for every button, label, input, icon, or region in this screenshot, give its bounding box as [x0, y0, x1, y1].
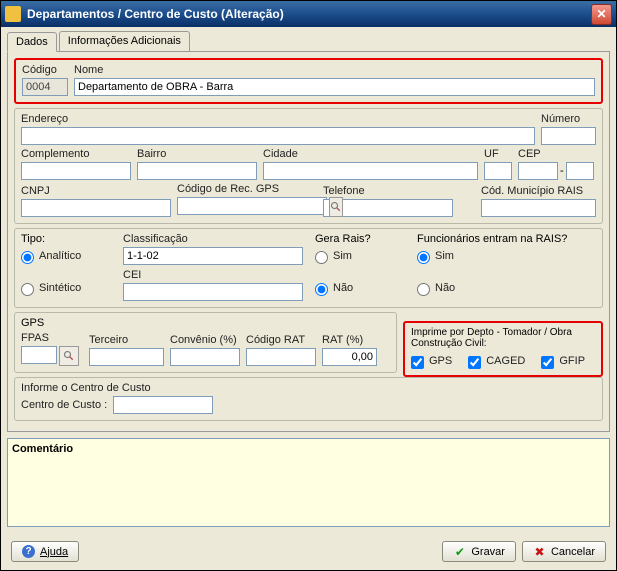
help-button-label: Ajuda — [40, 546, 68, 558]
codigo-input — [22, 78, 68, 96]
gravar-button[interactable]: Gravar — [442, 541, 516, 562]
uf-input[interactable] — [484, 162, 512, 180]
cancelar-button-label: Cancelar — [551, 546, 595, 558]
cancel-icon — [533, 545, 546, 558]
help-button[interactable]: ? Ajuda — [11, 541, 79, 562]
numero-input[interactable] — [541, 127, 596, 145]
tipo-sintetico-radio[interactable] — [21, 283, 34, 296]
button-bar: ? Ajuda Gravar Cancelar — [1, 533, 616, 570]
cnpj-input[interactable] — [21, 199, 171, 217]
gps-group-label: GPS — [21, 317, 390, 329]
chk-gps-label: GPS — [429, 355, 452, 367]
centro-custo-input[interactable] — [113, 396, 213, 414]
fpas-label: FPAS — [21, 332, 83, 344]
classificacao-input[interactable] — [123, 247, 303, 265]
codigo-label: Código — [22, 64, 68, 76]
codrecgps-input[interactable] — [177, 197, 327, 215]
close-button[interactable]: ✕ — [591, 4, 612, 25]
comentario-label: Comentário — [12, 443, 73, 455]
cidade-label: Cidade — [263, 148, 478, 160]
terceiro-label: Terceiro — [89, 334, 164, 346]
codrat-input[interactable] — [246, 348, 316, 366]
magnifier-icon — [330, 201, 342, 213]
cancelar-button[interactable]: Cancelar — [522, 541, 606, 562]
convenio-label: Convênio (%) — [170, 334, 240, 346]
func-rais-nao-label: Não — [435, 282, 455, 294]
codrecgps-lookup-button[interactable] — [329, 197, 343, 217]
window-title: Departamentos / Centro de Custo (Alteraç… — [27, 7, 591, 21]
terceiro-input[interactable] — [89, 348, 164, 366]
complemento-input[interactable] — [21, 162, 131, 180]
codigo-nome-frame: Código Nome — [14, 58, 603, 104]
tipo-group-label: Tipo: — [21, 233, 111, 245]
tipo-analitico-radio[interactable] — [21, 251, 34, 264]
tipo-analitico-label: Analítico — [39, 250, 81, 262]
tipo-frame: Tipo: Analítico Sintético Classificação … — [14, 228, 603, 308]
func-rais-sim-radio[interactable] — [417, 251, 430, 264]
gera-rais-nao-radio[interactable] — [315, 283, 328, 296]
chk-gfip[interactable] — [541, 356, 554, 369]
fpas-input[interactable] — [21, 346, 57, 364]
bairro-input[interactable] — [137, 162, 257, 180]
gravar-button-label: Gravar — [471, 546, 505, 558]
nome-input[interactable] — [74, 78, 595, 96]
func-rais-nao-radio[interactable] — [417, 283, 430, 296]
centro-custo-label: Centro de Custo : — [21, 399, 107, 411]
endereco-label: Endereço — [21, 113, 535, 125]
classificacao-label: Classificação — [123, 233, 303, 245]
endereco-frame: Endereço Número Complemento Bairro — [14, 108, 603, 224]
cep-sep: - — [560, 165, 564, 177]
rat-label: RAT (%) — [322, 334, 377, 346]
convenio-input[interactable] — [170, 348, 240, 366]
tab-row: Dados Informações Adicionais — [1, 27, 616, 51]
cei-label: CEI — [123, 269, 303, 281]
imprime-depto-frame: Imprime por Depto - Tomador / Obra Const… — [403, 321, 603, 377]
telefone-label: Telefone — [323, 185, 453, 197]
codrat-label: Código RAT — [246, 334, 316, 346]
chk-caged[interactable] — [468, 356, 481, 369]
tipo-sintetico-label: Sintético — [39, 282, 81, 294]
gera-rais-sim-label: Sim — [333, 250, 352, 262]
func-rais-sim-label: Sim — [435, 250, 454, 262]
check-icon — [453, 545, 466, 558]
cidade-input[interactable] — [263, 162, 478, 180]
window: Departamentos / Centro de Custo (Alteraç… — [0, 0, 617, 571]
cep-label: CEP — [518, 148, 596, 160]
gera-rais-group-label: Gera Rais? — [315, 233, 405, 245]
titlebar: Departamentos / Centro de Custo (Alteraç… — [1, 1, 616, 27]
func-rais-group-label: Funcionários entram na RAIS? — [417, 233, 596, 245]
codmunrais-input[interactable] — [481, 199, 596, 217]
cei-input[interactable] — [123, 283, 303, 301]
imprime-depto-label: Imprime por Depto - Tomador / Obra Const… — [411, 327, 595, 349]
bairro-label: Bairro — [137, 148, 257, 160]
comentario-area[interactable]: Comentário — [7, 438, 610, 527]
codmunrais-label: Cód. Município RAIS — [481, 185, 596, 197]
codrecgps-label: Código de Rec. GPS — [177, 183, 317, 195]
nome-label: Nome — [74, 64, 595, 76]
rat-input[interactable] — [322, 348, 377, 366]
cnpj-label: CNPJ — [21, 185, 171, 197]
centro-custo-info-label: Informe o Centro de Custo — [21, 382, 596, 394]
numero-label: Número — [541, 113, 596, 125]
uf-label: UF — [484, 148, 512, 160]
cep-input-1[interactable] — [518, 162, 558, 180]
gera-rais-nao-label: Não — [333, 282, 353, 294]
centro-custo-frame: Informe o Centro de Custo Centro de Cust… — [14, 377, 603, 421]
gps-frame: GPS FPAS Terceiro — [14, 312, 397, 373]
chk-caged-label: CAGED — [486, 355, 525, 367]
gera-rais-sim-radio[interactable] — [315, 251, 328, 264]
tab-content-dados: Código Nome Endereço Número — [7, 51, 610, 432]
tab-dados[interactable]: Dados — [7, 32, 57, 52]
cep-input-2[interactable] — [566, 162, 594, 180]
help-icon: ? — [22, 545, 35, 558]
app-icon — [5, 6, 21, 22]
endereco-input[interactable] — [21, 127, 535, 145]
comentario-panel: Comentário — [7, 438, 610, 527]
fpas-lookup-button[interactable] — [59, 346, 79, 366]
chk-gps[interactable] — [411, 356, 424, 369]
chk-gfip-label: GFIP — [559, 355, 585, 367]
magnifier-icon — [63, 350, 75, 362]
complemento-label: Complemento — [21, 148, 131, 160]
tab-informacoes-adicionais[interactable]: Informações Adicionais — [59, 31, 190, 51]
